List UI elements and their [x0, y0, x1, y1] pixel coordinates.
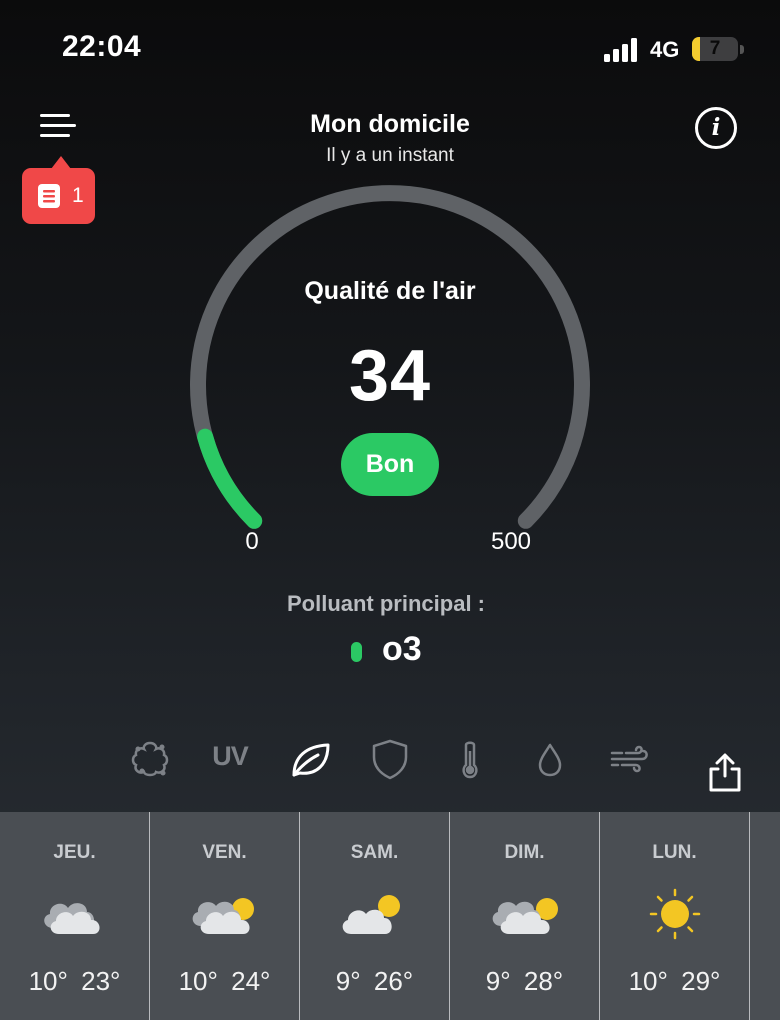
cloudy-icon [44, 903, 100, 934]
signal-icon [604, 38, 638, 62]
thermometer-icon[interactable] [444, 733, 496, 781]
battery-icon: 7 [692, 37, 738, 61]
sunny-icon [649, 888, 701, 940]
forecast-day-name: LUN. [652, 842, 697, 863]
forecast-day-name: SAM. [350, 842, 399, 863]
pollutant-indicator [351, 642, 362, 662]
main-pollutant-value: o3 [382, 630, 422, 668]
aqi-status-badge: Bon [341, 433, 439, 496]
shield-icon[interactable] [364, 733, 416, 781]
forecast-temps: 10° 24° [178, 966, 271, 996]
alert-count: 1 [72, 184, 84, 207]
battery-tip [740, 45, 744, 54]
forecast-temps: 9° 28° [485, 966, 564, 996]
document-icon [38, 184, 60, 208]
network-type: 4G [650, 37, 680, 62]
forecast-day-partial[interactable] [750, 812, 780, 1020]
forecast-day[interactable]: DIM. 9° 28° [450, 812, 600, 1020]
aqi-value: 34 [348, 336, 432, 416]
forecast-temps: 10° 29° [628, 966, 721, 996]
aqi-label: Qualité de l'air [304, 277, 476, 305]
last-updated: Il y a un instant [326, 145, 454, 166]
info-icon[interactable]: i [695, 107, 737, 149]
wind-icon[interactable] [604, 733, 656, 781]
gauge-progress [197, 428, 263, 529]
pollen-icon[interactable] [124, 733, 176, 781]
scale-min: 0 [245, 528, 259, 555]
share-icon[interactable] [704, 752, 746, 794]
uv-icon[interactable]: UV [204, 733, 256, 781]
forecast-day[interactable]: JEU. 10° 23° [0, 812, 150, 1020]
partly-cloudy-icon [492, 898, 558, 934]
scale-max: 500 [490, 528, 532, 555]
page-title[interactable]: Mon domicile [0, 110, 780, 139]
leaf-icon[interactable] [284, 733, 336, 781]
partly-cloudy-icon [342, 895, 400, 934]
main-pollutant-label: Polluant principal : [286, 591, 485, 616]
forecast-day-name: DIM. [504, 842, 545, 863]
category-tabs: UV [120, 733, 670, 781]
forecast-day-name: VEN. [202, 842, 247, 863]
status-time: 22:04 [62, 30, 142, 63]
forecast-temps: 10° 23° [28, 966, 121, 996]
forecast-day[interactable]: LUN. 10° 29° [600, 812, 750, 1020]
forecast-day[interactable]: SAM. 9° 26° [300, 812, 450, 1020]
forecast-day-name: JEU. [53, 842, 96, 863]
daily-forecast: JEU. 10° 23° VEN. 10° 24° SAM. 9° 26° DI… [0, 812, 780, 1020]
battery-level: 7 [709, 38, 721, 59]
alert-badge[interactable]: 1 [22, 156, 95, 224]
forecast-temps: 9° 26° [335, 966, 414, 996]
drop-icon[interactable] [524, 733, 576, 781]
forecast-day[interactable]: VEN. 10° 24° [150, 812, 300, 1020]
partly-cloudy-icon [192, 898, 254, 934]
status-bar: 22:04 4G 7 [0, 0, 780, 100]
